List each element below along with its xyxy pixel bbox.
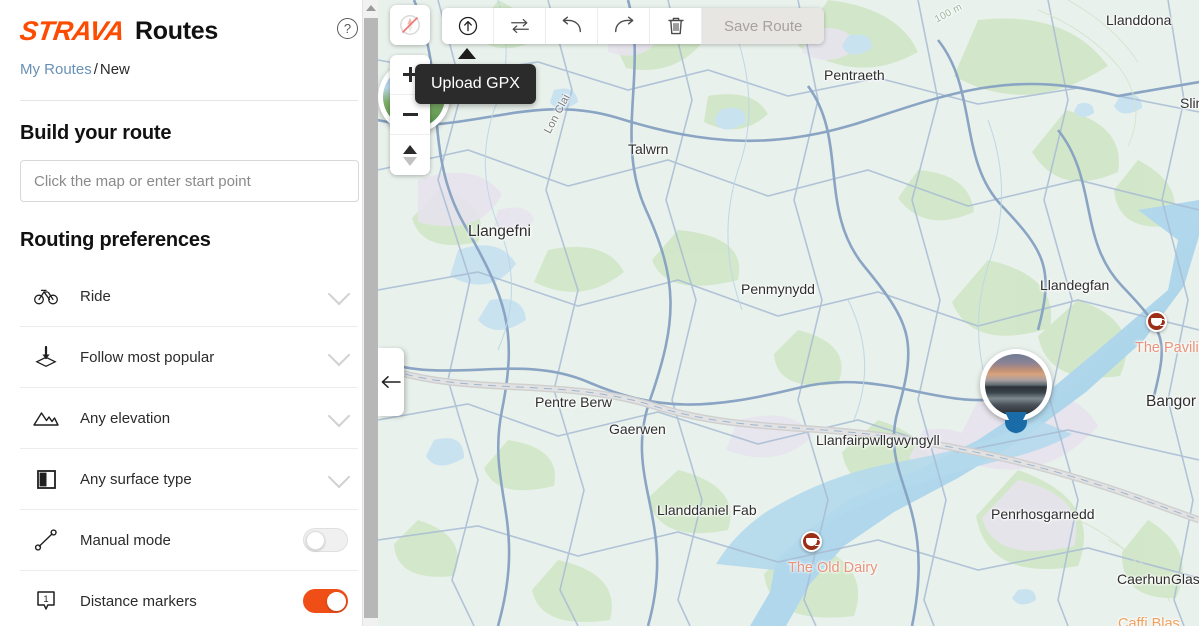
svg-text:1: 1 [43,594,48,605]
marker-one-icon: 1 [31,586,61,616]
map-compass-control[interactable] [390,5,430,45]
redo-arrow-icon [614,16,633,33]
toggle-knob [306,531,325,550]
chevron-down-icon[interactable] [327,465,351,489]
coffee-cup-icon [1151,317,1166,326]
scrollbar-thumb[interactable] [364,18,378,618]
upload-gpx-button[interactable] [442,8,494,44]
undo-button[interactable] [546,8,598,44]
toggle-knob [327,592,346,611]
strava-logo[interactable]: STRAVA [18,16,126,47]
routing-preferences-list: Ride Follow most popular Any elevation A… [20,266,358,626]
pref-label: Any elevation [80,409,171,427]
upload-gpx-tooltip: Upload GPX [415,64,536,104]
pref-row-manual-mode[interactable]: Manual mode [20,510,358,571]
save-route-button[interactable]: Save Route [702,8,825,44]
undo-arrow-icon [562,16,581,33]
pref-row-distance-markers[interactable]: 1 Distance markers [20,571,358,626]
sidebar-header: STRAVA Routes ? My Routes / New [0,0,378,101]
pref-label: Follow most popular [80,348,215,366]
chevron-down-icon[interactable] [327,282,351,306]
scrollbar-up-arrow-icon[interactable] [366,5,376,11]
pref-row-follow-most-popular[interactable]: Follow most popular [20,327,358,388]
popularity-arrow-icon [31,342,61,372]
redo-button[interactable] [598,8,650,44]
route-editor-toolbar: Save Route [442,8,825,44]
pref-label: Manual mode [80,531,171,549]
minus-icon [402,107,418,122]
page-title: Routes [135,16,218,45]
route-photo-marker[interactable] [980,349,1052,434]
the-pavilion-cafe-marker[interactable] [1146,311,1167,332]
breadcrumb: My Routes / New [20,61,358,78]
pref-label: Any surface type [80,470,192,488]
chevron-down-icon[interactable] [327,404,351,428]
breadcrumb-current: New [99,61,130,78]
triangle-down-icon [403,156,417,166]
sidebar-body: Build your route Routing preferences Rid [0,122,378,626]
coffee-cup-icon [806,537,821,546]
chevron-down-icon[interactable] [327,343,351,367]
header-divider [20,100,358,101]
breadcrumb-my-routes-link[interactable]: My Routes [20,61,92,78]
sidebar-scrollbar[interactable] [362,0,378,626]
map-pitch-button[interactable] [390,135,430,175]
triangle-up-icon [403,144,417,154]
build-route-heading: Build your route [20,122,172,144]
pref-label: Ride [80,287,111,305]
distance-markers-toggle[interactable] [303,589,348,613]
breadcrumb-separator: / [93,61,98,78]
strava-routes-app: STRAVA Routes ? My Routes / New Build your… [0,0,1199,626]
mountains-icon [31,403,61,433]
photo-thumbnail [985,354,1047,416]
pref-row-ride[interactable]: Ride [20,266,358,327]
the-old-dairy-cafe-marker[interactable] [801,531,822,552]
reverse-route-button[interactable] [494,8,546,44]
compass-disabled-icon[interactable] [390,5,430,45]
pref-row-any-elevation[interactable]: Any elevation [20,388,358,449]
map-pitch-indicator-icon [458,48,476,59]
delete-route-button[interactable] [650,8,702,44]
manual-mode-toggle[interactable] [303,528,348,552]
route-map[interactable]: LlanddonaPentraethSlinTalwrnLlangefniPen… [378,0,1199,626]
pref-row-any-surface-type[interactable]: Any surface type [20,449,358,510]
help-icon[interactable]: ? [337,18,358,39]
brand-row: STRAVA Routes ? [18,14,358,48]
circle-up-arrow-icon [458,16,477,36]
bicycle-icon [31,281,61,311]
collapse-sidebar-button[interactable] [378,348,404,416]
pref-label: Distance markers [80,592,197,610]
arrow-left-icon [381,376,401,388]
routing-preferences-heading: Routing preferences [20,229,211,251]
route-builder-sidebar: STRAVA Routes ? My Routes / New Build your… [0,0,378,626]
trash-can-icon [667,17,684,35]
swap-arrows-icon [510,18,529,34]
surface-square-icon [31,464,61,494]
start-point-input[interactable] [20,160,359,202]
line-nodes-icon [31,525,61,555]
